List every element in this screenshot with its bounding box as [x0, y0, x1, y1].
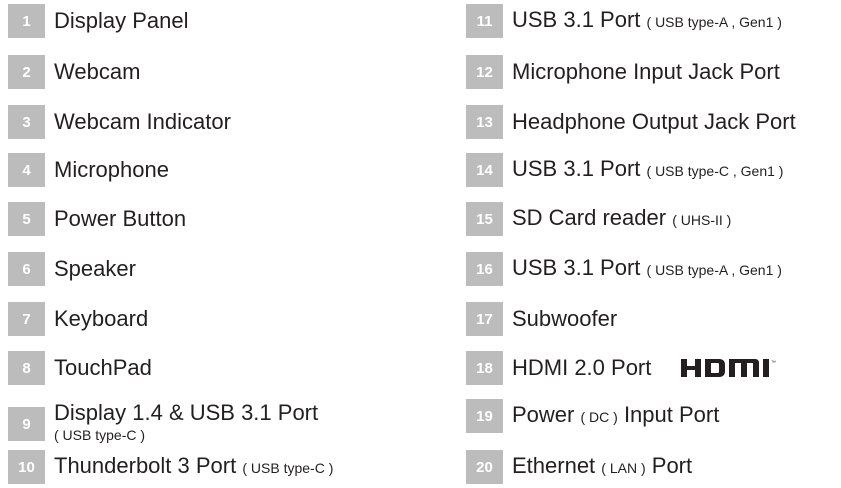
legend-item-6: 6 Speaker — [8, 252, 136, 286]
legend-item-14: 14 USB 3.1 Port ( USB type-C , Gen1 ) — [466, 153, 783, 187]
hdmi-wordmark-icon: ™ — [681, 359, 776, 377]
legend-item-7: 7 Keyboard — [8, 302, 148, 336]
item-number: 13 — [466, 105, 503, 139]
legend-item-20: 20 Ethernet ( LAN ) Port — [466, 450, 692, 484]
item-label-block: SD Card reader ( UHS-II ) — [512, 206, 731, 232]
item-number: 15 — [466, 202, 503, 236]
item-number: 18 — [466, 351, 503, 385]
item-label: Display 1.4 & USB 3.1 Port — [54, 400, 319, 425]
item-note: ( USB type-A , Gen1 ) — [646, 262, 782, 278]
legend-item-15: 15 SD Card reader ( UHS-II ) — [466, 202, 731, 236]
item-label: Webcam — [54, 59, 141, 84]
item-label: USB 3.1 Port — [512, 156, 641, 181]
item-label: USB 3.1 Port — [512, 255, 641, 280]
legend-item-1: 1 Display Panel — [8, 4, 189, 38]
item-number: 16 — [466, 252, 503, 286]
item-number: 1 — [8, 4, 45, 38]
item-label-tail: Port — [651, 453, 693, 478]
legend-item-16: 16 USB 3.1 Port ( USB type-A , Gen1 ) — [466, 252, 782, 286]
item-number: 8 — [8, 351, 45, 385]
item-number: 12 — [466, 55, 503, 89]
legend-item-11: 11 USB 3.1 Port ( USB type-A , Gen1 ) — [466, 4, 782, 38]
item-number: 7 — [8, 302, 45, 336]
item-label: USB 3.1 Port — [512, 7, 641, 32]
item-note: ( DC ) — [580, 409, 618, 425]
item-number: 9 — [8, 407, 45, 441]
item-number: 20 — [466, 450, 503, 484]
item-label: Speaker — [54, 256, 136, 281]
legend-item-3: 3 Webcam Indicator — [8, 105, 231, 139]
legend-item-9: 9 Display 1.4 & USB 3.1 Port ( USB type-… — [8, 402, 318, 446]
item-label: Webcam Indicator — [54, 109, 231, 134]
item-number: 4 — [8, 153, 45, 187]
item-note: ( USB type-C ) — [54, 427, 146, 443]
item-number: 2 — [8, 55, 45, 89]
legend-item-13: 13 Headphone Output Jack Port — [466, 105, 796, 139]
item-number: 3 — [8, 105, 45, 139]
hdmi-logo-icon: ™ — [681, 359, 791, 377]
item-label: HDMI 2.0 Port — [512, 355, 652, 380]
item-label: Power — [512, 402, 575, 427]
item-label-block: Display 1.4 & USB 3.1 Port ( USB type-C … — [54, 402, 318, 446]
item-label: Subwoofer — [512, 306, 618, 331]
legend-item-2: 2 Webcam — [8, 55, 140, 89]
item-label-block: USB 3.1 Port ( USB type-A , Gen1 ) — [512, 8, 782, 34]
legend-item-8: 8 TouchPad — [8, 351, 152, 385]
item-label: SD Card reader — [512, 205, 667, 230]
item-label: Display Panel — [54, 8, 189, 33]
item-label-block: USB 3.1 Port ( USB type-A , Gen1 ) — [512, 256, 782, 282]
item-note: ( USB type-C ) — [242, 460, 334, 476]
svg-text:™: ™ — [771, 360, 776, 366]
item-number: 17 — [466, 302, 503, 336]
legend-item-4: 4 Microphone — [8, 153, 169, 187]
item-label-block: USB 3.1 Port ( USB type-C , Gen1 ) — [512, 157, 783, 183]
item-label: Ethernet — [512, 453, 596, 478]
item-label: Thunderbolt 3 Port — [54, 453, 237, 478]
legend-item-12: 12 Microphone Input Jack Port — [466, 55, 780, 89]
item-number: 11 — [466, 4, 503, 38]
legend-item-18: 18 HDMI 2.0 Port ™ — [466, 351, 791, 385]
item-label: Keyboard — [54, 306, 149, 331]
item-label: Power Button — [54, 206, 187, 231]
item-number: 14 — [466, 153, 503, 187]
item-label: Headphone Output Jack Port — [512, 109, 796, 134]
item-label-block: Thunderbolt 3 Port ( USB type-C ) — [54, 454, 333, 480]
item-note: ( LAN ) — [601, 460, 646, 476]
item-label: Microphone — [54, 157, 169, 182]
legend-item-17: 17 Subwoofer — [466, 302, 617, 336]
item-note: ( USB type-C , Gen1 ) — [646, 163, 784, 179]
item-number: 6 — [8, 252, 45, 286]
item-label-tail: Input Port — [623, 402, 720, 427]
item-label-block: Power ( DC ) Input Port — [512, 403, 719, 429]
legend-item-5: 5 Power Button — [8, 202, 186, 236]
item-number: 19 — [466, 399, 503, 433]
legend-item-19: 19 Power ( DC ) Input Port — [466, 399, 719, 433]
item-note: ( UHS-II ) — [672, 212, 732, 228]
item-label: TouchPad — [54, 355, 152, 380]
item-label-block: Ethernet ( LAN ) Port — [512, 454, 692, 480]
legend-item-10: 10 Thunderbolt 3 Port ( USB type-C ) — [8, 450, 333, 484]
item-label: Microphone Input Jack Port — [512, 59, 780, 84]
item-note: ( USB type-A , Gen1 ) — [646, 14, 782, 30]
item-number: 10 — [8, 450, 45, 484]
item-number: 5 — [8, 202, 45, 236]
